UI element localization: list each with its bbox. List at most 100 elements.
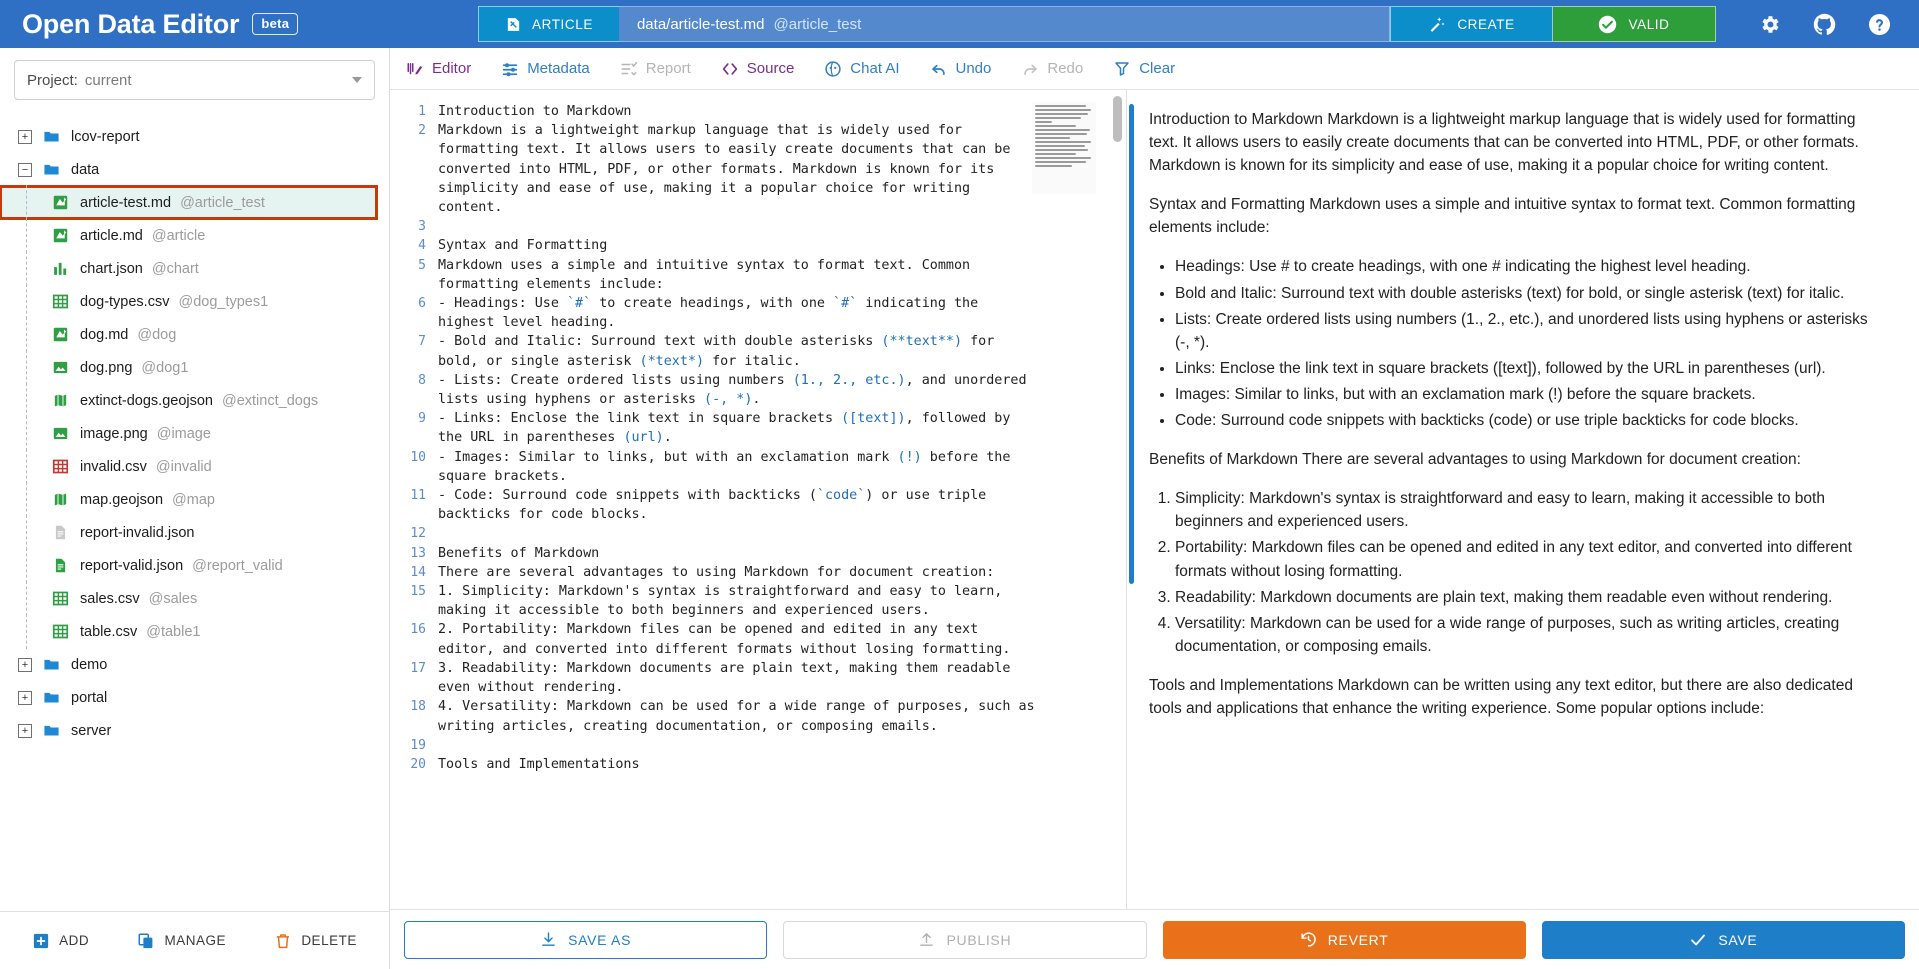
- toolbar-label: Clear: [1139, 60, 1176, 77]
- tree-item-tag: @map: [172, 491, 215, 508]
- toolbar-label: Editor: [432, 60, 472, 77]
- image-icon: [52, 359, 69, 376]
- collapse-toggle-icon[interactable]: −: [18, 162, 32, 177]
- tree-item-label: sales.csv: [80, 590, 140, 607]
- add-button[interactable]: ADD: [32, 932, 89, 950]
- code-scrollbar[interactable]: [1113, 96, 1122, 142]
- tree-file-dog.png[interactable]: dog.png @dog1: [0, 350, 389, 385]
- gear-icon[interactable]: [1758, 13, 1781, 36]
- code-icon: [721, 60, 739, 78]
- expand-toggle-icon[interactable]: +: [18, 657, 32, 672]
- editor-toolbar: Editor Metadata Report Source Chat AI Undo Red…: [390, 48, 1919, 90]
- preview-paragraph: Benefits of Markdown There are several a…: [1149, 451, 1801, 469]
- line-number: 1: [418, 104, 426, 119]
- code-text[interactable]: Introduction to Markdown Markdown is a li…: [438, 102, 1126, 774]
- revert-button[interactable]: REVERT: [1162, 920, 1526, 959]
- tree-file-chart.json[interactable]: chart.json @chart: [0, 251, 389, 286]
- tree-folder-demo[interactable]: + demo: [0, 648, 389, 681]
- toolbar-clear[interactable]: Clear: [1113, 60, 1175, 78]
- file-bar: ARTICLE data/article-test.md @article_te…: [478, 0, 1716, 48]
- manage-button[interactable]: MANAGE: [137, 932, 226, 950]
- tree-file-article.md[interactable]: article.md @article: [0, 218, 389, 253]
- tree-file-dog.md[interactable]: dog.md @dog: [0, 317, 389, 352]
- toolbar-chat-ai[interactable]: Chat AI: [824, 60, 900, 78]
- expand-toggle-icon[interactable]: +: [18, 690, 32, 705]
- tree-file-invalid.csv[interactable]: invalid.csv @invalid: [0, 449, 389, 484]
- save-label: SAVE: [1718, 931, 1758, 948]
- code-line: - Links: Enclose the link text in square…: [438, 411, 1019, 446]
- tree-file-report-valid.json[interactable]: report-valid.json @report_valid: [0, 548, 389, 583]
- tree-item-tag: @article: [151, 227, 206, 244]
- code-minimap[interactable]: [1032, 102, 1096, 194]
- markdown-icon: [52, 194, 69, 211]
- tree-file-dog-types.csv[interactable]: dog-types.csv @dog_types1: [0, 284, 389, 319]
- tree-file-sales.csv[interactable]: sales.csv @sales: [0, 581, 389, 616]
- tree-folder-portal[interactable]: + portal: [0, 681, 389, 714]
- toolbar-undo[interactable]: Undo: [930, 60, 992, 78]
- line-number: 5: [418, 257, 426, 273]
- tree-file-image.png[interactable]: image.png @image: [0, 416, 389, 451]
- delete-button[interactable]: DELETE: [274, 932, 357, 950]
- publish-button[interactable]: PUBLISH: [783, 920, 1147, 959]
- file-path-field[interactable]: data/article-test.md @article_test: [618, 6, 1390, 42]
- code-line: - Bold and Italic: Surround text with do…: [438, 334, 1003, 369]
- tree-file-map.geojson[interactable]: map.geojson @map: [0, 482, 389, 517]
- tree-folder-data[interactable]: − data: [0, 153, 389, 186]
- tree-folder-lcov-report[interactable]: + lcov-report: [0, 120, 389, 153]
- line-number: 18: [410, 699, 426, 715]
- preview-numbered-list: Simplicity: Markdown's syntax is straigh…: [1175, 487, 1885, 658]
- main-area: Editor Metadata Report Source Chat AI Undo Red…: [390, 48, 1919, 969]
- line-number: 17: [410, 660, 426, 676]
- toolbar-editor[interactable]: Editor: [406, 60, 471, 78]
- code-line: - Images: Similar to links, but with an …: [438, 449, 1019, 484]
- file-tree[interactable]: + lcov-report − data article-test.md @article…: [0, 110, 389, 911]
- code-line: There are several advantages to using Ma…: [438, 564, 995, 580]
- line-number: 20: [410, 756, 426, 772]
- create-button[interactable]: CREATE: [1390, 6, 1553, 42]
- line-number: 16: [410, 622, 426, 638]
- expand-toggle-icon[interactable]: +: [18, 129, 32, 144]
- tree-file-extinct-dogs.geojson[interactable]: extinct-dogs.geojson @extinct_dogs: [0, 383, 389, 418]
- line-number: 10: [410, 449, 426, 465]
- code-editor-pane[interactable]: 1 2 3 4 5 6 7 8 9 10 11 12 13 14 15 16 17 18 19 20 Introduc…: [390, 90, 1127, 909]
- tree-item-tag: @table1: [146, 623, 201, 640]
- tree-item-tag: @chart: [151, 260, 199, 277]
- tree-file-report-invalid.json[interactable]: report-invalid.json: [0, 515, 389, 550]
- sidebar: Project: current + lcov-report − data articl…: [0, 48, 390, 969]
- tree-item-label: data: [71, 161, 100, 178]
- valid-status-button[interactable]: VALID: [1553, 6, 1716, 42]
- valid-label: VALID: [1628, 16, 1670, 32]
- code-line: 3. Readability: Markdown documents are p…: [438, 660, 1019, 696]
- tree-file-article-test.md[interactable]: article-test.md @article_test: [0, 185, 378, 220]
- code-line: Benefits of Markdown: [438, 545, 600, 561]
- project-row: Project: current: [0, 48, 389, 110]
- toolbar-metadata[interactable]: Metadata: [501, 60, 590, 78]
- help-icon[interactable]: [1868, 13, 1891, 36]
- toolbar-label: Redo: [1047, 60, 1084, 77]
- preview-scrollbar[interactable]: [1129, 104, 1134, 584]
- project-select[interactable]: Project: current: [14, 60, 375, 100]
- folder-icon: [43, 128, 60, 145]
- tree-item-label: report-valid.json: [80, 557, 184, 574]
- file-type-chip[interactable]: ARTICLE: [478, 6, 619, 42]
- check-circle-icon: [1598, 15, 1617, 34]
- code-line: 1. Simplicity: Markdown's syntax is stra…: [438, 584, 1011, 619]
- sidebar-action-bar: ADD MANAGE DELETE: [0, 911, 389, 969]
- copy-icon: [137, 932, 155, 950]
- save-as-button[interactable]: SAVE AS: [404, 920, 768, 959]
- preview-list-item: Images: Similar to links, but with an ex…: [1175, 383, 1885, 406]
- save-button[interactable]: SAVE: [1541, 920, 1905, 959]
- top-icon-group: [1716, 0, 1919, 48]
- code-line: Syntax and Formatting: [438, 238, 608, 254]
- toolbar-label: Undo: [955, 60, 992, 77]
- tree-folder-server[interactable]: + server: [0, 714, 389, 747]
- toolbar-source[interactable]: Source: [721, 60, 794, 78]
- expand-toggle-icon[interactable]: +: [18, 723, 32, 738]
- tree-item-label: table.csv: [80, 623, 138, 640]
- add-label: ADD: [59, 933, 90, 948]
- preview-list-item: Headings: Use # to create headings, with…: [1175, 255, 1885, 278]
- tree-item-label: map.geojson: [80, 491, 164, 508]
- github-icon[interactable]: [1813, 13, 1836, 36]
- tree-file-table.csv[interactable]: table.csv @table1: [0, 614, 389, 649]
- map-icon: [52, 491, 69, 508]
